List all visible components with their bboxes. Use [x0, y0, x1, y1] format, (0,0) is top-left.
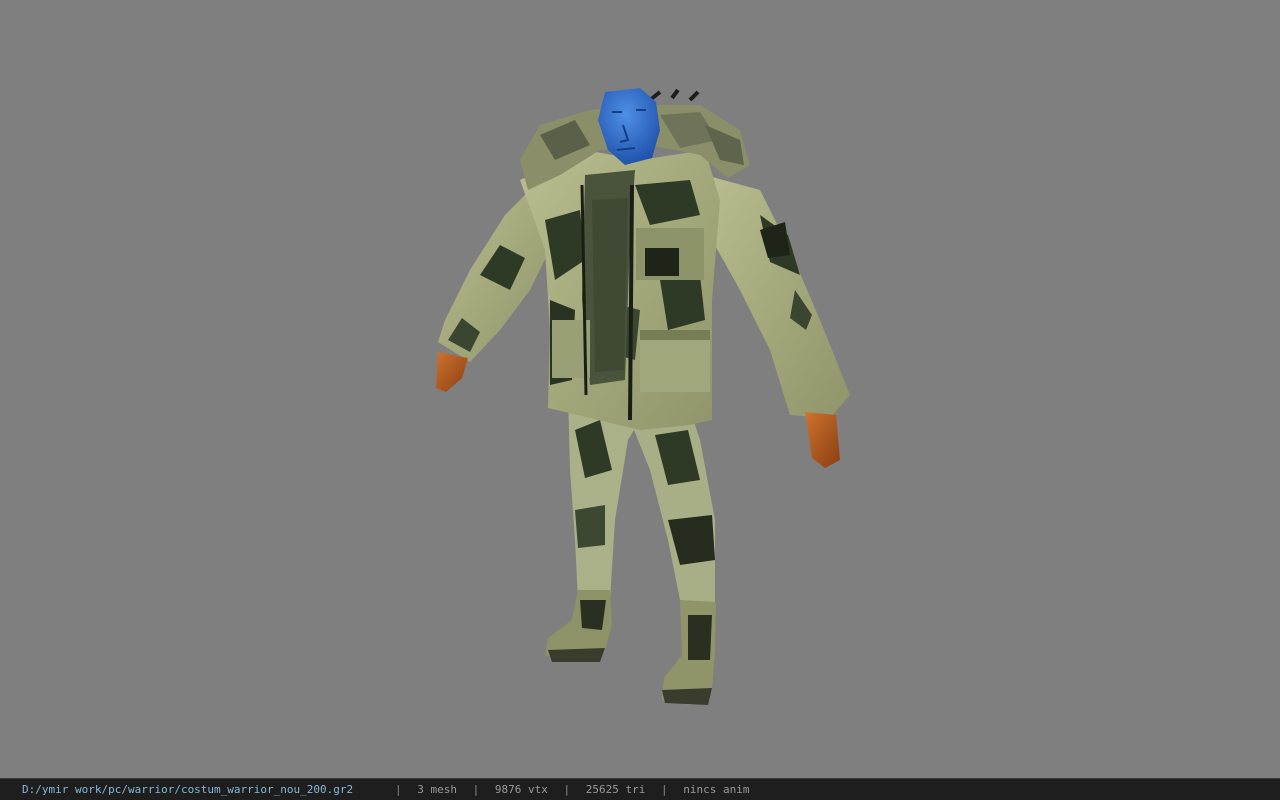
animation-label: nincs anim [683, 783, 750, 796]
right-arm [705, 175, 850, 468]
chest-patch [645, 248, 679, 276]
character-model[interactable] [0, 0, 1280, 778]
separator: | [660, 783, 668, 796]
model-stats: | 3 mesh | 9876 vtx | 25625 tri | nincs … [386, 779, 749, 800]
triangle-count-label: 25625 tri [585, 783, 646, 796]
separator: | [472, 783, 480, 796]
status-bar: D:/ymir work/pc/warrior/costum_warrior_n… [0, 778, 1280, 800]
3d-viewport[interactable] [0, 0, 1280, 778]
file-path-label: D:/ymir work/pc/warrior/costum_warrior_n… [22, 783, 354, 796]
head [598, 88, 660, 165]
left-hand [436, 352, 468, 392]
separator: | [395, 783, 402, 796]
mesh-count-label: 3 mesh [417, 783, 457, 796]
separator: | [563, 783, 571, 796]
right-hand [805, 412, 840, 468]
jacket [520, 150, 720, 430]
vertex-count-label: 9876 vtx [494, 783, 548, 796]
boots [545, 590, 716, 705]
